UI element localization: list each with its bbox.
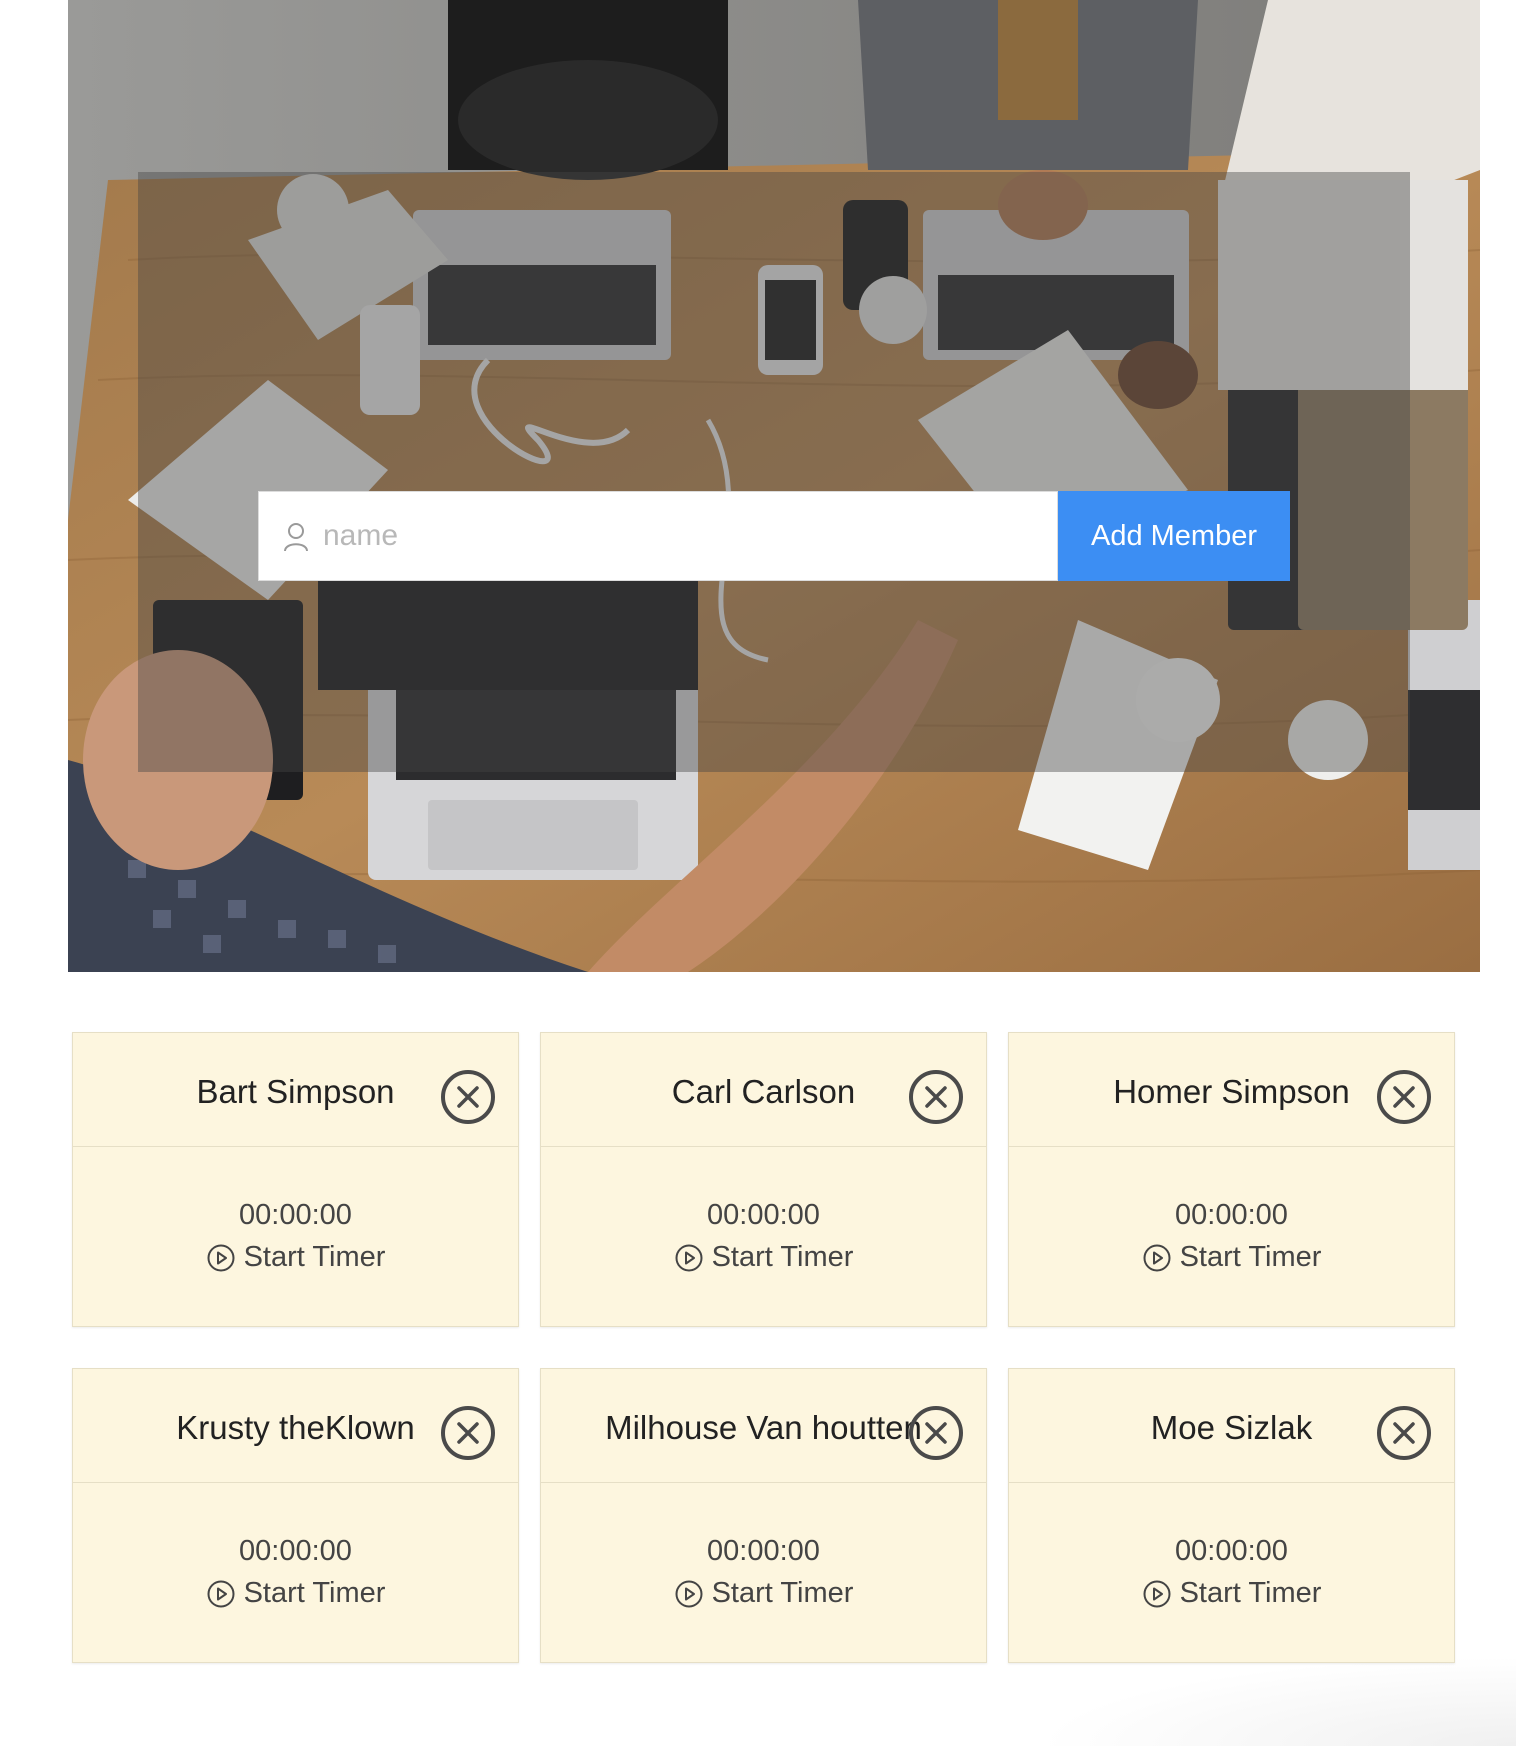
card-header: Krusty theKlown [73, 1369, 518, 1483]
card-body: 00:00:00 Start Timer [541, 1147, 986, 1327]
hero-overlay [138, 172, 1410, 772]
start-timer-button[interactable]: Start Timer [541, 1241, 986, 1274]
start-timer-label: Start Timer [243, 1241, 386, 1273]
start-timer-label: Start Timer [1179, 1577, 1322, 1609]
close-circle-icon[interactable] [908, 1405, 964, 1461]
corner-shadow [1036, 1656, 1516, 1746]
hero-banner: Add Member [68, 0, 1480, 972]
start-timer-label: Start Timer [243, 1577, 386, 1609]
play-circle-icon [1143, 1244, 1171, 1271]
timer-value: 00:00:00 [707, 1535, 820, 1567]
member-card: Bart Simpson 00:00:00 Start Timer [72, 1032, 519, 1327]
card-body: 00:00:00 Start Timer [73, 1483, 518, 1663]
play-circle-icon [675, 1244, 703, 1271]
play-circle-icon [207, 1244, 235, 1271]
close-circle-icon[interactable] [1376, 1069, 1432, 1125]
close-circle-icon[interactable] [440, 1405, 496, 1461]
start-timer-label: Start Timer [711, 1577, 854, 1609]
start-timer-button[interactable]: Start Timer [73, 1241, 518, 1274]
card-header: Moe Sizlak [1009, 1369, 1454, 1483]
user-icon [284, 523, 308, 552]
start-timer-button[interactable]: Start Timer [541, 1577, 986, 1610]
timer-value: 00:00:00 [239, 1535, 352, 1567]
start-timer-label: Start Timer [711, 1241, 854, 1273]
start-timer-label: Start Timer [1179, 1241, 1322, 1273]
start-timer-button[interactable]: Start Timer [1009, 1577, 1454, 1610]
member-card: Homer Simpson 00:00:00 Start Timer [1008, 1032, 1455, 1327]
card-header: Homer Simpson [1009, 1033, 1454, 1147]
member-card: Moe Sizlak 00:00:00 Start Timer [1008, 1368, 1455, 1663]
card-body: 00:00:00 Start Timer [541, 1483, 986, 1663]
add-member-button[interactable]: Add Member [1058, 491, 1290, 581]
card-header: Bart Simpson [73, 1033, 518, 1147]
card-header: Carl Carlson [541, 1033, 986, 1147]
name-input[interactable] [319, 492, 1039, 580]
member-card: Carl Carlson 00:00:00 Start Timer [540, 1032, 987, 1327]
close-circle-icon[interactable] [440, 1069, 496, 1125]
card-body: 00:00:00 Start Timer [73, 1147, 518, 1327]
member-card: Krusty theKlown 00:00:00 Start Timer [72, 1368, 519, 1663]
card-header: Milhouse Van houtten [541, 1369, 986, 1483]
timer-value: 00:00:00 [1175, 1199, 1288, 1231]
play-circle-icon [207, 1580, 235, 1607]
card-body: 00:00:00 Start Timer [1009, 1147, 1454, 1327]
play-circle-icon [675, 1580, 703, 1607]
start-timer-button[interactable]: Start Timer [73, 1577, 518, 1610]
add-member-form: Add Member [258, 491, 1290, 581]
close-circle-icon[interactable] [1376, 1405, 1432, 1461]
card-body: 00:00:00 Start Timer [1009, 1483, 1454, 1663]
name-field [258, 491, 1058, 581]
member-card: Milhouse Van houtten 00:00:00 Start Timer [540, 1368, 987, 1663]
timer-value: 00:00:00 [1175, 1535, 1288, 1567]
close-circle-icon[interactable] [908, 1069, 964, 1125]
timer-value: 00:00:00 [239, 1199, 352, 1231]
play-circle-icon [1143, 1580, 1171, 1607]
timer-value: 00:00:00 [707, 1199, 820, 1231]
start-timer-button[interactable]: Start Timer [1009, 1241, 1454, 1274]
